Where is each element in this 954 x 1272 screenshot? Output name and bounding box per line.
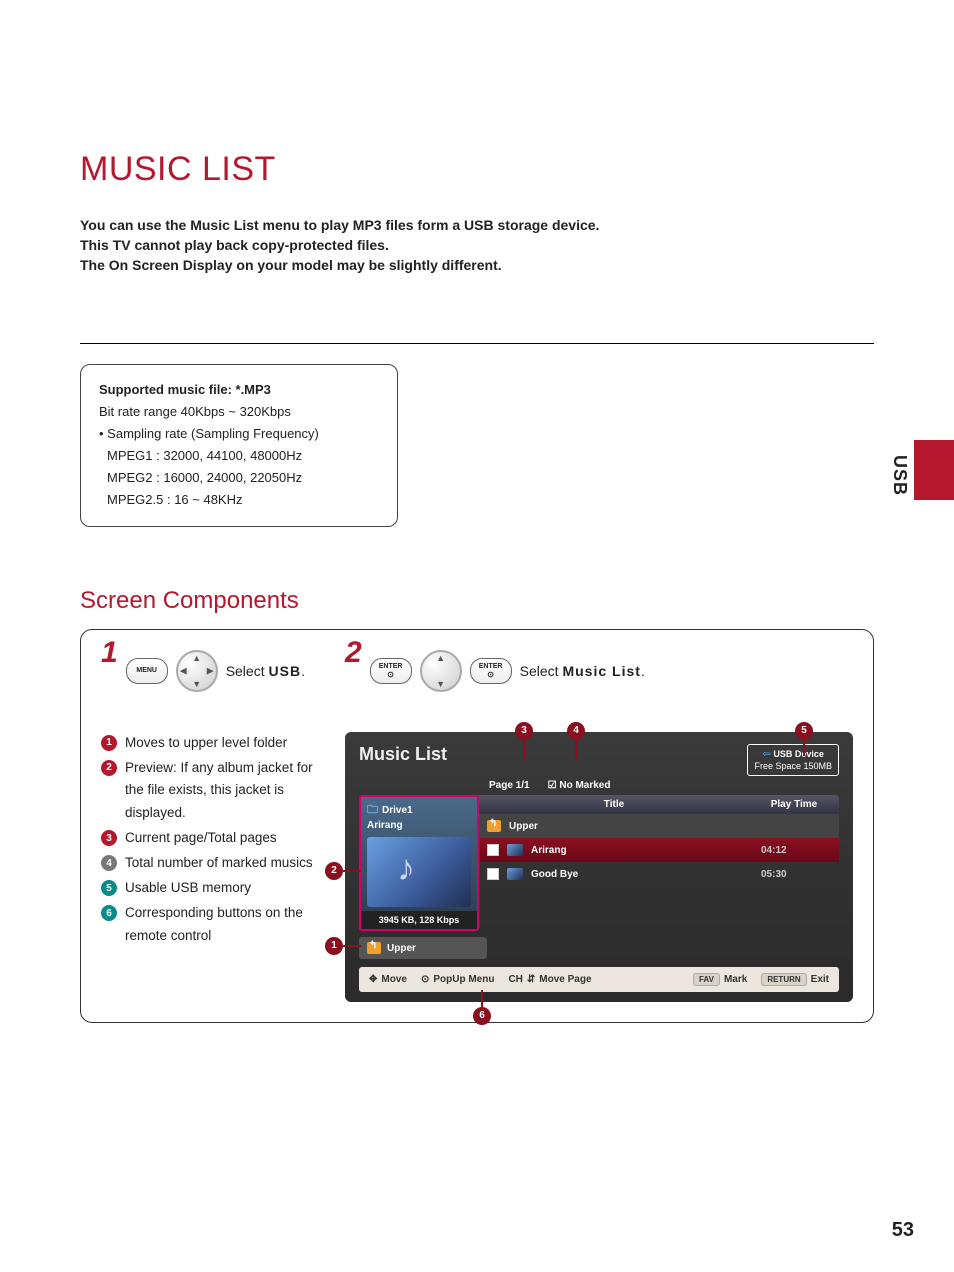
page-title: MUSIC LIST [80, 150, 874, 189]
section-title: Screen Components [80, 587, 874, 615]
spec-bullet: • Sampling rate (Sampling Frequency) [99, 423, 379, 445]
intro-line-2: This TV cannot play back copy-protected … [80, 237, 874, 253]
list-row-selected[interactable]: Arirang 04:12 [479, 838, 839, 862]
fav-key-icon: FAV [693, 973, 720, 986]
hint-movepage: CH ⇵ Move Page [508, 974, 591, 985]
spec-mpeg1: MPEG1 : 32000, 44100, 48000Hz [99, 445, 379, 467]
connector [575, 740, 577, 760]
return-key-icon: RETURN [761, 973, 806, 986]
usb-device-box: ⇦ USB Device Free Space 150MB [747, 744, 839, 777]
file-meta: 3945 KB, 128 Kbps [361, 911, 477, 929]
side-label: USB [889, 455, 910, 496]
spec-heading: Supported music file: *.MP3 [99, 379, 379, 401]
intro-block: You can use the Music List menu to play … [80, 217, 874, 273]
enter-button-icon: ENTER⊙ [370, 658, 412, 684]
usb-icon: ⇦ [763, 749, 771, 760]
badge-2: 2 [101, 760, 117, 776]
music-list-app: Music List ⇦ USB Device Free Space 150MB… [345, 732, 853, 1003]
app-title: Music List [359, 744, 447, 765]
folder-icon: 🗀 [367, 801, 378, 820]
callout-5: 5 [795, 722, 813, 740]
steps-row: 1 MENU ▲▼◀▶ Select USB. 2 ENTER⊙ ▲▼ ENTE… [101, 650, 853, 692]
step-2: 2 ENTER⊙ ▲▼ ENTER⊙ Select Music List. [345, 650, 645, 692]
legend: 1Moves to upper level folder 2Preview: I… [101, 732, 325, 950]
music-thumb-icon [507, 844, 523, 856]
connector [803, 740, 805, 756]
spec-bitrate: Bit rate range 40Kbps ~ 320Kbps [99, 401, 379, 423]
side-tab [914, 440, 954, 500]
badge-4: 4 [101, 855, 117, 871]
list-row[interactable]: Good Bye 05:30 [479, 862, 839, 886]
upper-folder-icon [367, 942, 381, 954]
legend-item: 4Total number of marked musics [101, 852, 325, 875]
checkbox-icon [487, 844, 499, 856]
spec-mpeg25: MPEG2.5 : 16 ~ 48KHz [99, 489, 379, 511]
enter-mini-icon: ⊙ [421, 974, 429, 985]
legend-item: 6Corresponding buttons on the remote con… [101, 902, 325, 948]
list-header: Title Play Time [479, 795, 839, 814]
legend-item: 1Moves to upper level folder [101, 732, 325, 755]
spec-mpeg2: MPEG2 : 16000, 24000, 22050Hz [99, 467, 379, 489]
step-1-number: 1 [101, 636, 118, 670]
hint-popup: ⊙PopUp Menu [421, 974, 495, 985]
screenshot-area: 3 4 5 2 1 6 Music List ⇦ USB Device [345, 732, 853, 1003]
upper-button[interactable]: Upper [359, 937, 487, 959]
page-indicator: Page 1/1 [489, 780, 530, 791]
callout-3: 3 [515, 722, 533, 740]
remote-hint-bar: ✥Move ⊙PopUp Menu CH ⇵ Move Page FAVMark… [359, 967, 839, 992]
checkbox-icon [487, 868, 499, 880]
dpad-mini-icon: ✥ [369, 974, 377, 985]
updown-mini-icon: ⇵ [527, 974, 535, 985]
callout-4: 4 [567, 722, 585, 740]
marked-indicator: ☑ No Marked [548, 780, 611, 791]
step-2-number: 2 [345, 636, 362, 670]
music-thumb-icon [507, 868, 523, 880]
now-playing-label: Arirang [367, 820, 471, 831]
hint-mark: FAVMark [693, 973, 747, 986]
album-art [367, 837, 471, 907]
list-row-upper[interactable]: Upper [479, 814, 839, 838]
callout-2: 2 [325, 862, 343, 880]
badge-3: 3 [101, 830, 117, 846]
callout-1: 1 [325, 937, 343, 955]
hint-move: ✥Move [369, 974, 407, 985]
legend-item: 2Preview: If any album jacket for the fi… [101, 757, 325, 826]
file-list-panel: Title Play Time Upper Arirang [479, 795, 839, 931]
preview-panel: 🗀 Drive1 Arirang 3945 KB, 128 Kbps [359, 795, 479, 931]
badge-1: 1 [101, 735, 117, 751]
col-title: Title [479, 795, 749, 814]
step-2-text: Select Music List. [520, 663, 645, 679]
connector [343, 870, 361, 872]
legend-item: 5Usable USB memory [101, 877, 325, 900]
connector [343, 945, 361, 947]
step-1: 1 MENU ▲▼◀▶ Select USB. [101, 650, 305, 692]
menu-button-icon: MENU [126, 658, 168, 684]
intro-line-3: The On Screen Display on your model may … [80, 257, 874, 273]
hint-exit: RETURNExit [761, 973, 829, 986]
intro-line-1: You can use the Music List menu to play … [80, 217, 874, 233]
callout-6: 6 [473, 1007, 491, 1025]
col-playtime: Play Time [749, 795, 839, 814]
page-number: 53 [892, 1219, 914, 1242]
drive-label: Drive1 [382, 805, 413, 816]
enter-button-icon: ENTER⊙ [470, 658, 512, 684]
spec-box: Supported music file: *.MP3 Bit rate ran… [80, 364, 398, 527]
page-marked-row: Page 1/1 ☑ No Marked [489, 780, 839, 791]
connector [481, 990, 483, 1008]
badge-5: 5 [101, 880, 117, 896]
components-box: 1 MENU ▲▼◀▶ Select USB. 2 ENTER⊙ ▲▼ ENTE… [80, 629, 874, 1024]
badge-6: 6 [101, 905, 117, 921]
upper-folder-icon [487, 820, 501, 832]
divider [80, 343, 874, 344]
dpad-icon: ▲▼◀▶ [176, 650, 218, 692]
connector [523, 740, 525, 760]
legend-item: 3Current page/Total pages [101, 827, 325, 850]
dpad-icon: ▲▼ [420, 650, 462, 692]
step-1-text: Select USB. [226, 663, 305, 679]
